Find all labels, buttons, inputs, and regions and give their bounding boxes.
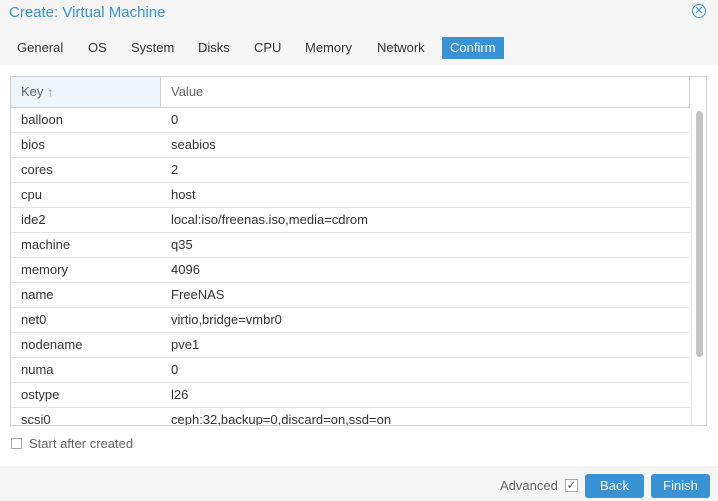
row-value: q35 [171,237,193,252]
row-value: local:iso/freenas.iso,media=cdrom [171,212,368,227]
row-key: ostype [21,387,60,402]
advanced-label: Advanced [500,478,558,493]
dialog-footer: Advanced ✓ Back Finish [0,466,718,501]
tab-system[interactable]: System [131,37,174,59]
tab-cpu[interactable]: CPU [254,37,281,59]
row-key: numa [21,362,54,377]
row-key: cores [21,162,53,177]
row-key: nodename [21,337,83,352]
row-value: 2 [171,162,179,177]
finish-button[interactable]: Finish [651,474,710,498]
table-row[interactable]: ostype l26 [11,383,690,408]
grid-body: balloon 0 bios seabios cores 2 cpu host ide2… [11,108,690,426]
row-value: host [171,187,196,202]
row-value: virtio,bridge=vmbr0 [171,312,282,327]
sort-ascending-icon: ↑ [47,85,54,99]
row-key: scsi0 [21,412,51,426]
row-value: ceph:32,backup=0,discard=on,ssd=on [171,412,392,426]
window-title: Create: Virtual Machine [9,4,166,21]
tab-network[interactable]: Network [377,37,425,59]
row-key: cpu [21,187,42,202]
row-value: 4096 [171,262,200,277]
table-row[interactable]: nodename pve1 [11,333,690,358]
table-row[interactable]: bios seabios [11,133,690,158]
start-after-created-checkbox[interactable] [11,438,22,449]
row-key: memory [21,262,68,277]
row-value: 0 [171,112,179,127]
table-row[interactable]: net0 virtio,bridge=vmbr0 [11,308,690,333]
table-row[interactable]: ide2 local:iso/freenas.iso,media=cdrom [11,208,690,233]
row-key: machine [21,237,71,252]
row-value: l26 [171,387,189,402]
row-key: bios [21,137,45,152]
row-value: FreeNAS [171,287,225,302]
table-row[interactable]: name FreeNAS [11,283,690,308]
tab-confirm[interactable]: Confirm [442,37,504,59]
table-row[interactable]: numa 0 [11,358,690,383]
confirm-grid: Key ↑ Value balloon 0 bios seabios cores 2 c… [10,76,707,426]
row-key: ide2 [21,212,46,227]
tab-general[interactable]: General [17,37,63,59]
table-row[interactable]: memory 4096 [11,258,690,283]
row-value: pve1 [171,337,200,352]
row-value: seabios [171,137,216,152]
row-value: 0 [171,362,179,377]
table-row[interactable]: machine q35 [11,233,690,258]
column-header-value[interactable]: Value [161,77,690,107]
tab-bar: General OS System Disks CPU Memory Netwo… [0,25,718,65]
window-titlebar: Create: Virtual Machine ✕ [0,0,718,25]
column-header-key-label: Key [21,84,44,99]
row-key: name [21,287,54,302]
table-row[interactable]: cpu host [11,183,690,208]
table-row[interactable]: scsi0 ceph:32,backup=0,discard=on,ssd=on [11,408,690,426]
back-button[interactable]: Back [585,474,644,498]
advanced-checkbox[interactable]: ✓ [565,479,578,492]
tab-os[interactable]: OS [88,37,107,59]
tab-memory[interactable]: Memory [305,37,352,59]
row-key: net0 [21,312,47,327]
table-row[interactable]: balloon 0 [11,108,690,133]
close-icon[interactable]: ✕ [692,4,706,18]
scrollbar-thumb[interactable] [696,111,703,357]
grid-header: Key ↑ Value [11,77,690,108]
row-key: balloon [21,112,63,127]
grid-scrollbar[interactable] [691,108,706,425]
table-row[interactable]: cores 2 [11,158,690,183]
start-after-created-label: Start after created [29,436,134,451]
tab-disks[interactable]: Disks [198,37,230,59]
column-header-key[interactable]: Key ↑ [11,77,161,107]
